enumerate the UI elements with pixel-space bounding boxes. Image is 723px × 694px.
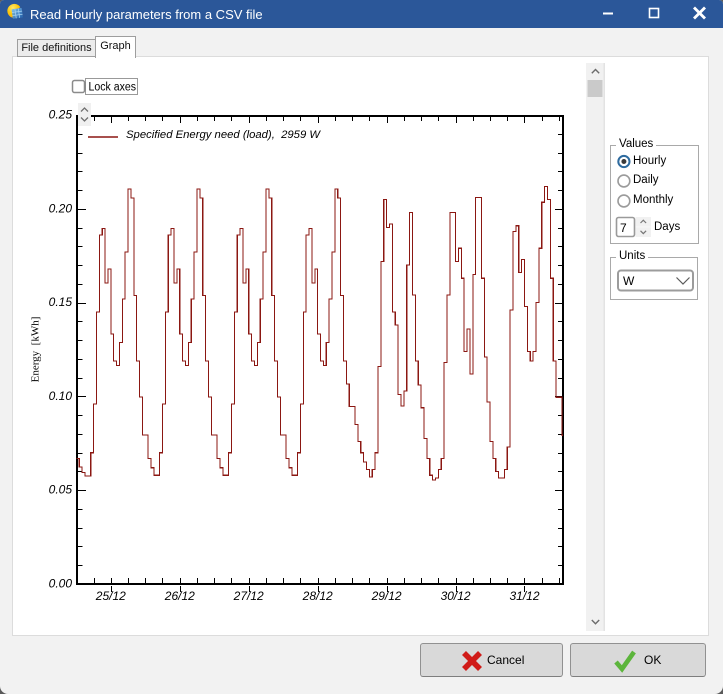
svg-text:28/12: 28/12 [302,589,333,603]
svg-text:Lock axes: Lock axes [89,82,137,94]
svg-text:30/12: 30/12 [441,589,471,603]
svg-text:W: W [623,274,635,288]
svg-text:26/12: 26/12 [164,589,195,603]
svg-text:0.25: 0.25 [49,108,73,122]
svg-text:31/12: 31/12 [509,589,539,603]
svg-text:0.10: 0.10 [49,389,73,403]
svg-text:27/12: 27/12 [233,589,264,603]
svg-text:29/12: 29/12 [371,589,402,603]
svg-text:0.00: 0.00 [49,577,73,591]
svg-text:Energy [kWh]: Energy [kWh] [30,317,42,383]
svg-text:Specified Energy need (load),: Specified Energy need (load), 2959 W [126,129,321,141]
svg-text:0.20: 0.20 [49,201,73,215]
svg-text:25/12: 25/12 [95,589,126,603]
svg-text:0.15: 0.15 [49,295,73,309]
svg-text:0.05: 0.05 [49,483,73,497]
svg-text:7: 7 [620,221,627,235]
